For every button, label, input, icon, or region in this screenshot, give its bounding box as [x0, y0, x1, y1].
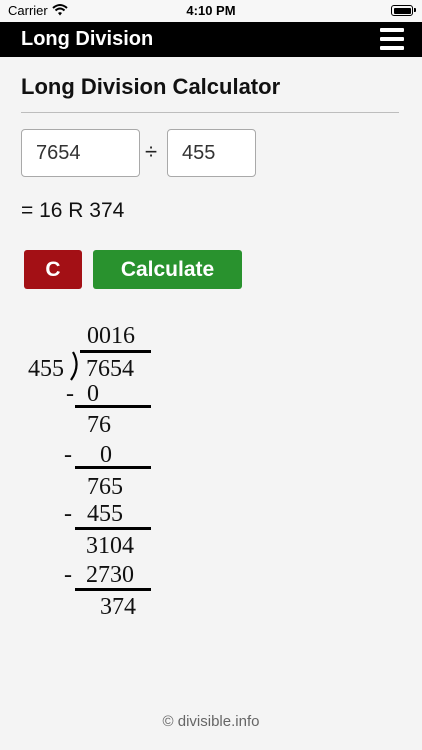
step-2-remainder: 765 [87, 474, 123, 500]
status-time: 4:10 PM [186, 3, 236, 18]
battery-icon [391, 5, 416, 16]
calculate-button[interactable]: Calculate [93, 250, 242, 289]
step-2-subtract: 0 [100, 442, 112, 468]
footer-copyright: © divisible.info [162, 713, 260, 730]
work-dividend: 7654 [86, 356, 134, 382]
step-4-line [75, 588, 151, 591]
page-title: Long Division Calculator [21, 74, 281, 99]
division-bracket [70, 351, 78, 381]
app-title: Long Division [21, 28, 154, 50]
divide-symbol: ÷ [145, 139, 158, 164]
status-bar: Carrier 4:10 PM [0, 0, 422, 22]
battery-level [393, 7, 411, 14]
app-header: Long Division [0, 22, 422, 57]
step-2-minus: - [64, 442, 72, 468]
step-1-remainder: 76 [87, 412, 111, 438]
step-3-minus: - [64, 501, 72, 527]
work-divisor: 455 [28, 356, 64, 382]
result-text: = 16 R 374 [21, 199, 125, 222]
divisor-input[interactable] [167, 129, 256, 177]
step-3-remainder: 3104 [86, 533, 134, 559]
step-3-line [75, 527, 151, 530]
long-division-work: 0016 455 7654 - 0 76 - 0 765 - 455 3104 … [0, 315, 200, 625]
clear-button[interactable]: C [24, 250, 82, 289]
step-4-minus: - [64, 562, 72, 588]
step-1-subtract: 0 [87, 381, 99, 407]
step-4-subtract: 2730 [86, 562, 134, 588]
dividend-input[interactable] [21, 129, 140, 177]
step-4-remainder: 374 [100, 594, 136, 620]
quotient-line [80, 350, 151, 353]
step-1-line [75, 405, 151, 408]
quotient: 0016 [87, 323, 135, 349]
step-1-minus: - [66, 381, 74, 407]
hamburger-menu-icon[interactable] [380, 28, 404, 50]
step-2-line [75, 466, 151, 469]
title-divider [21, 112, 399, 113]
step-3-subtract: 455 [87, 501, 123, 527]
